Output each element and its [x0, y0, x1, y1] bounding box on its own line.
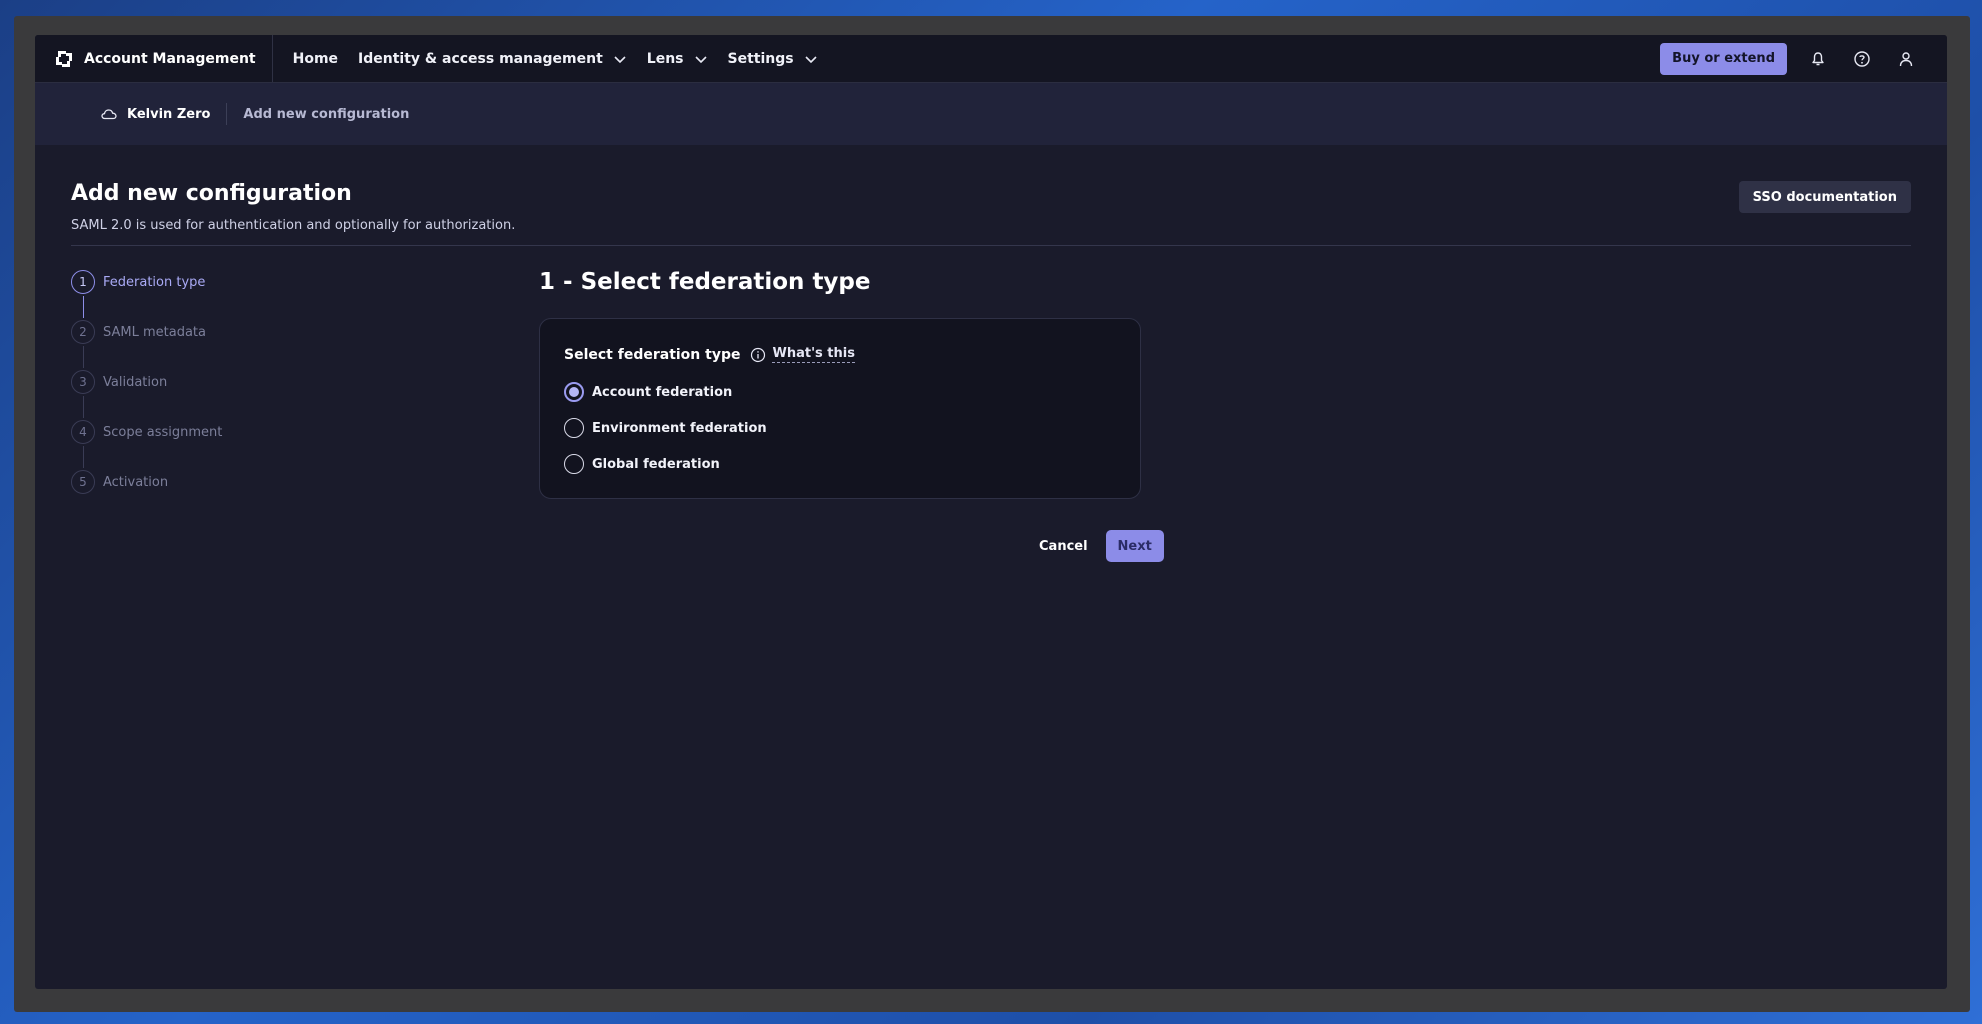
help-button[interactable]: [1849, 46, 1875, 72]
step-connector: [83, 296, 84, 318]
step-connector: [83, 396, 84, 418]
app-name: Account Management: [84, 50, 256, 67]
step-number: 5: [71, 470, 95, 494]
radio-environment-federation[interactable]: Environment federation: [564, 418, 767, 438]
next-button[interactable]: Next: [1105, 530, 1164, 562]
step-label: Validation: [103, 374, 168, 390]
step-federation-type[interactable]: 1 Federation type: [71, 270, 222, 294]
step-label: Scope assignment: [103, 424, 223, 440]
card-header: Select federation type What's this: [564, 346, 855, 363]
info-icon: [750, 347, 766, 363]
app-logo-icon: [56, 50, 72, 67]
step-activation: 5 Activation: [71, 470, 222, 494]
nav-settings[interactable]: Settings: [728, 51, 818, 67]
user-menu-button[interactable]: [1893, 46, 1919, 72]
bell-icon: [1812, 51, 1824, 65]
step-label: Activation: [103, 474, 169, 490]
card-title: Select federation type: [564, 346, 741, 363]
header-divider: [71, 245, 1911, 246]
page-subtitle: SAML 2.0 is used for authentication and …: [71, 218, 516, 233]
nav-identity-access-label: Identity & access management: [358, 50, 603, 67]
cancel-button[interactable]: Cancel: [1039, 539, 1088, 554]
step-number: 4: [71, 420, 95, 444]
nav-home[interactable]: Home: [293, 51, 338, 67]
stepper: 1 Federation type 2 SAML metadata 3 Vali…: [71, 270, 222, 494]
radio-label: Account federation: [592, 384, 733, 400]
step-saml-metadata: 2 SAML metadata: [71, 320, 222, 344]
radio-label: Environment federation: [592, 420, 767, 436]
nav-identity-access[interactable]: Identity & access management: [358, 51, 627, 67]
radio-label: Global federation: [592, 456, 720, 472]
step-number: 2: [71, 320, 95, 344]
cloud-icon: [101, 109, 117, 120]
step-connector: [83, 346, 84, 368]
step-validation: 3 Validation: [71, 370, 222, 394]
form-actions: Cancel Next: [1039, 530, 1164, 562]
sso-documentation-button[interactable]: SSO documentation: [1738, 181, 1911, 213]
chevron-down-icon: [694, 55, 707, 63]
app-window: Account Management Home Identity & acces…: [35, 35, 1947, 989]
breadcrumb: Kelvin Zero Add new configuration: [35, 83, 1947, 145]
step-number: 3: [71, 370, 95, 394]
nav-lens-label: Lens: [646, 50, 684, 67]
radio-global-federation[interactable]: Global federation: [564, 454, 720, 474]
user-icon: [1899, 51, 1913, 66]
buy-or-extend-button[interactable]: Buy or extend: [1660, 42, 1787, 75]
step-connector: [83, 446, 84, 468]
breadcrumb-current: Add new configuration: [243, 106, 410, 122]
breadcrumb-environment[interactable]: Kelvin Zero: [101, 103, 228, 125]
radio-button[interactable]: [564, 454, 584, 474]
brand[interactable]: Account Management: [35, 35, 273, 82]
radio-button[interactable]: [564, 418, 584, 438]
section-title: 1 - Select federation type: [539, 269, 871, 295]
nav-settings-label: Settings: [727, 50, 794, 67]
notifications-button[interactable]: [1805, 46, 1831, 72]
nav-lens[interactable]: Lens: [647, 51, 708, 67]
help-icon: [1854, 50, 1870, 67]
chevron-down-icon: [614, 55, 626, 63]
nav-home-label: Home: [292, 50, 339, 67]
radio-button-checked[interactable]: [564, 382, 584, 402]
step-label: SAML metadata: [103, 324, 206, 340]
step-scope-assignment: 4 Scope assignment: [71, 420, 222, 444]
breadcrumb-environment-label: Kelvin Zero: [127, 106, 211, 122]
step-number: 1: [71, 270, 95, 294]
federation-type-card: Select federation type What's this Accou…: [539, 318, 1141, 499]
nav-right: Buy or extend: [1660, 35, 1919, 82]
chevron-down-icon: [805, 55, 817, 63]
step-label: Federation type: [103, 274, 206, 290]
page-title: Add new configuration: [71, 181, 352, 206]
top-nav: Account Management Home Identity & acces…: [35, 35, 1947, 83]
whats-this-link[interactable]: What's this: [772, 346, 855, 363]
radio-account-federation[interactable]: Account federation: [564, 382, 732, 402]
